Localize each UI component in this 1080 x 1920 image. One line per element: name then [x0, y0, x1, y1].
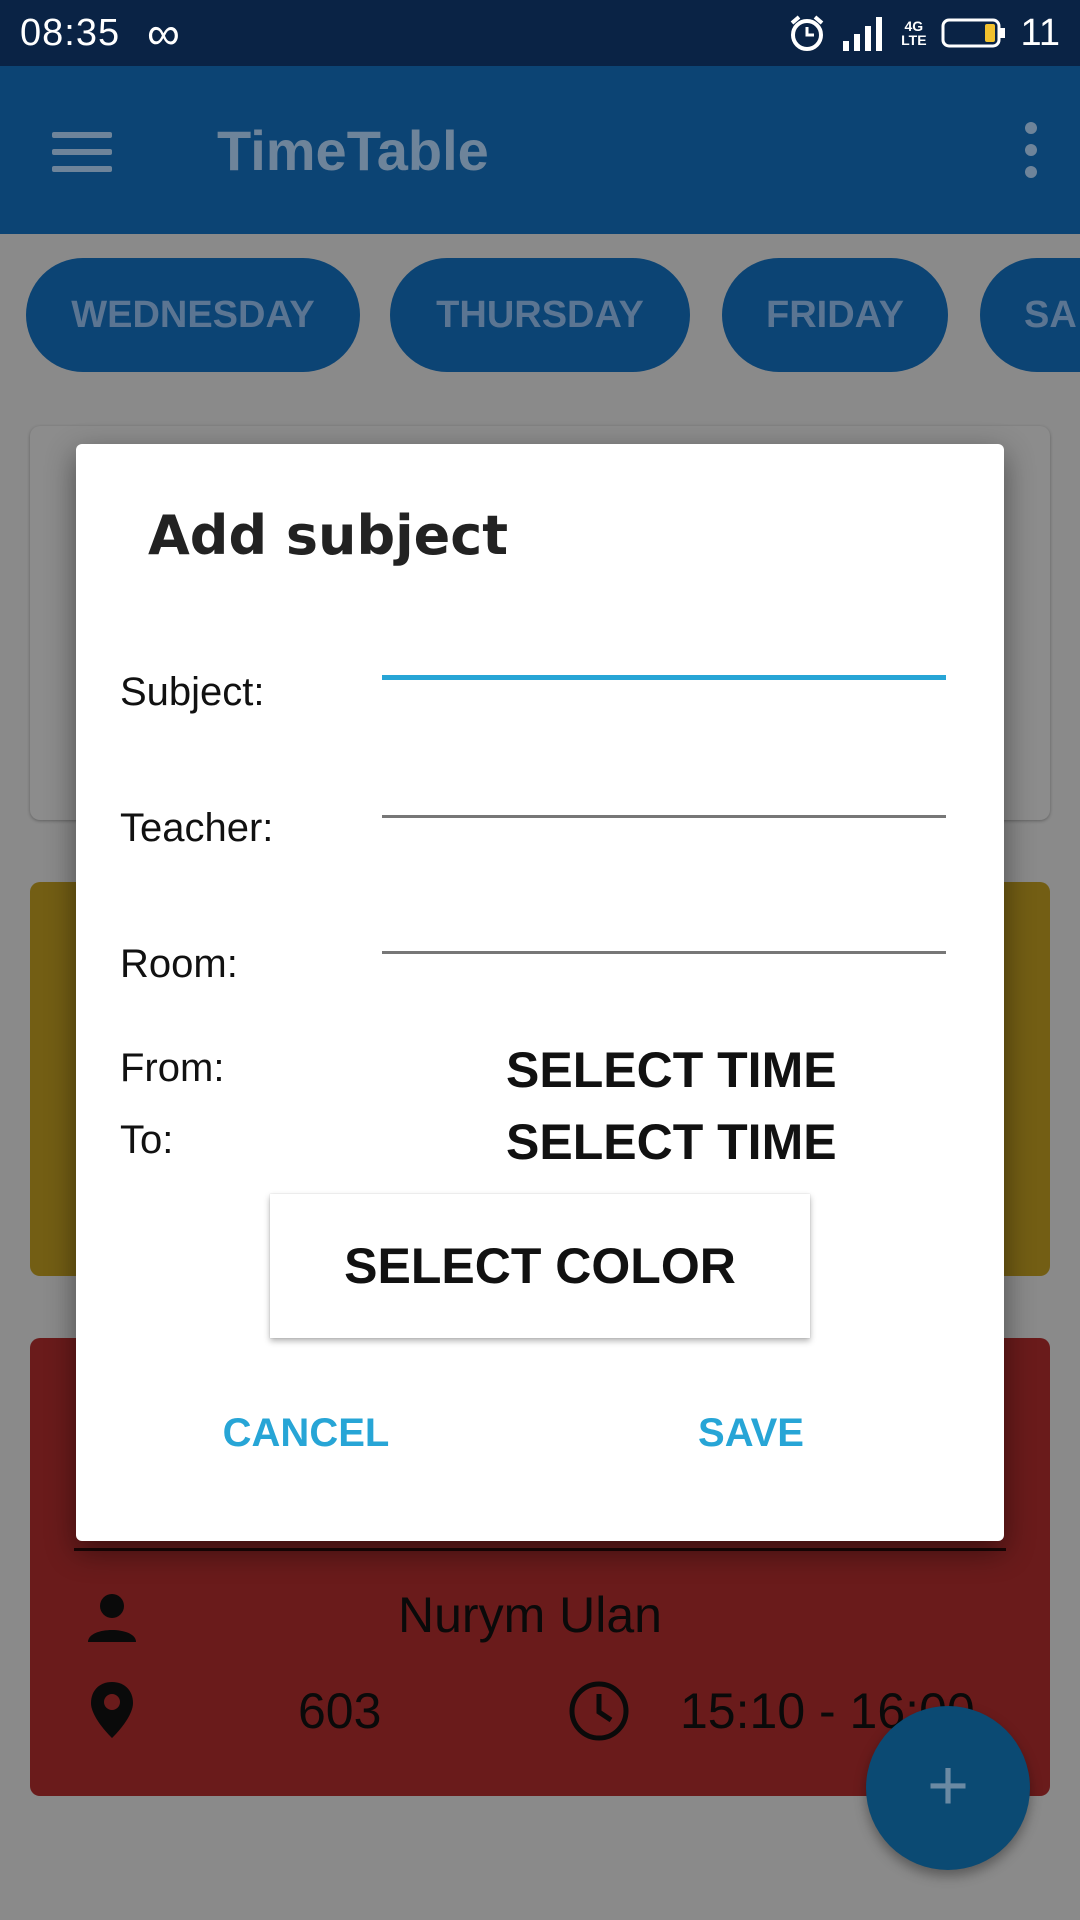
room-input[interactable]: [382, 884, 946, 954]
tab-saturday[interactable]: SA: [980, 258, 1080, 372]
network-type: 4G: [904, 18, 924, 34]
select-color-button[interactable]: SELECT COLOR: [270, 1194, 810, 1338]
infinity-icon: ∞: [147, 7, 180, 59]
teacher-input[interactable]: [382, 748, 946, 818]
teacher-name: Nurym Ulan: [398, 1587, 662, 1643]
add-subject-fab[interactable]: +: [866, 1706, 1030, 1870]
to-label: To:: [120, 1118, 174, 1162]
save-button[interactable]: SAVE: [676, 1398, 826, 1468]
day-tabs: WEDNESDAY THURSDAY FRIDAY SA: [0, 258, 1080, 372]
dialog-title: Add subject: [148, 504, 509, 567]
person-icon: [88, 1594, 136, 1642]
tab-thursday[interactable]: THURSDAY: [390, 258, 690, 372]
card-divider: [74, 1548, 1006, 1551]
signal-icon: [843, 17, 883, 51]
network-indicator: 4G LTE: [901, 19, 926, 47]
alarm-icon: [790, 15, 824, 51]
plus-icon: +: [926, 1746, 970, 1826]
teacher-label: Teacher:: [120, 806, 274, 850]
to-time-button[interactable]: SELECT TIME: [506, 1110, 926, 1174]
subject-input[interactable]: [382, 610, 946, 680]
from-time-button[interactable]: SELECT TIME: [506, 1038, 926, 1102]
room-label: Room:: [120, 942, 238, 986]
battery-level: 11: [1020, 11, 1060, 54]
more-options-icon[interactable]: [1024, 122, 1038, 178]
battery-icon: [941, 18, 1005, 48]
app-bar: TimeTable: [0, 66, 1080, 234]
add-subject-dialog: Add subject Subject: Teacher: Room: From…: [76, 444, 1004, 1541]
status-bar: 08:35 ∞ 4G LTE 11: [0, 0, 1080, 66]
room-number: 603: [298, 1683, 382, 1739]
subject-label: Subject:: [120, 670, 265, 714]
hamburger-menu-icon[interactable]: [52, 132, 112, 172]
cancel-button[interactable]: CANCEL: [216, 1398, 396, 1468]
status-icons: 4G LTE 11: [787, 0, 1060, 66]
location-pin-icon: [91, 1682, 133, 1738]
from-label: From:: [120, 1046, 225, 1090]
status-time: 08:35: [20, 12, 121, 54]
tab-friday[interactable]: FRIDAY: [722, 258, 948, 372]
clock-icon: [569, 1681, 629, 1741]
app-title: TimeTable: [217, 119, 489, 182]
network-subtype: LTE: [901, 32, 927, 48]
tab-wednesday[interactable]: WEDNESDAY: [26, 258, 360, 372]
teacher-row: Nurym Ulan: [30, 1580, 1050, 1650]
